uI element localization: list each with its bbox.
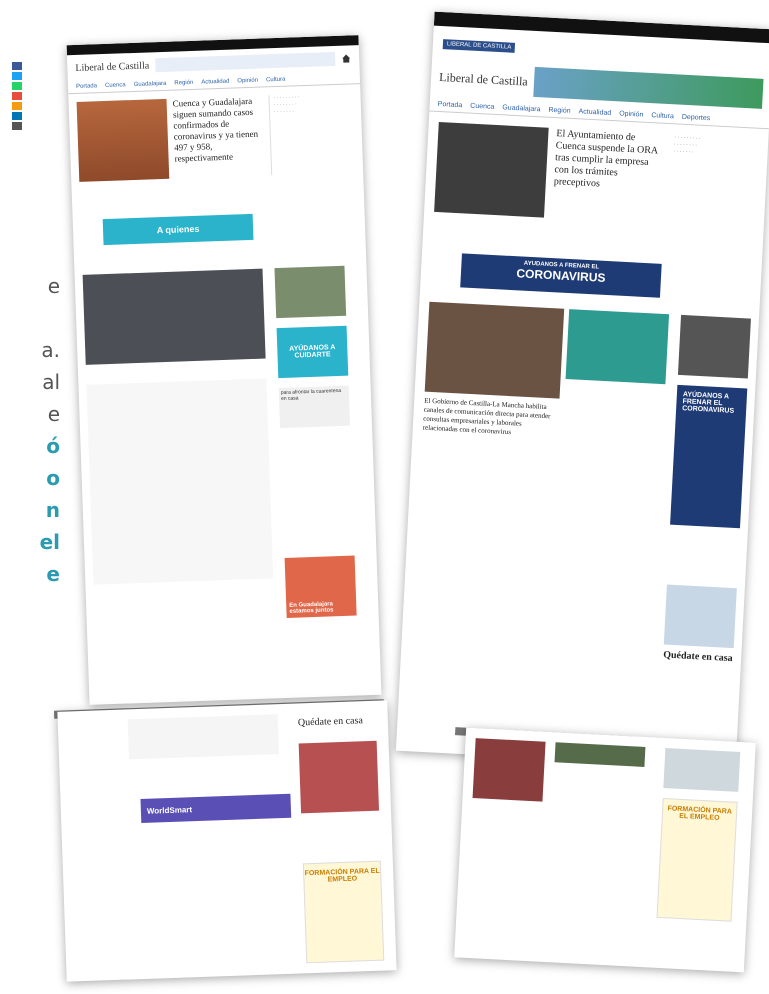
left-page-screenshot-bottom: Quédate en casa WorldSmart FORMACIÓN PAR… bbox=[57, 700, 397, 982]
nav-item[interactable]: Portada bbox=[76, 83, 97, 90]
speaker-photo[interactable] bbox=[472, 738, 546, 802]
nav-item[interactable]: Región bbox=[548, 107, 571, 115]
side-text-spacer bbox=[0, 302, 60, 334]
nav-item[interactable]: Portada bbox=[438, 101, 463, 109]
medical-photo[interactable] bbox=[565, 309, 670, 385]
formacion-ad[interactable]: FORMACIÓN PARA EL EMPLEO bbox=[656, 797, 738, 922]
header-ad[interactable] bbox=[154, 51, 336, 73]
nav-item[interactable]: Actualidad bbox=[201, 79, 229, 86]
news-list bbox=[127, 714, 280, 760]
site-logo[interactable]: Liberal de Castilla bbox=[75, 60, 149, 74]
nav-item[interactable]: Opinión bbox=[237, 78, 258, 85]
nav-item[interactable]: Opinión bbox=[619, 110, 643, 118]
formacion-ad-label: FORMACIÓN PARA EL EMPLEO bbox=[667, 805, 733, 822]
coronavirus-banner[interactable]: AYUDANOS A FRENAR EL CORONAVIRUS bbox=[460, 253, 662, 298]
lead-image[interactable] bbox=[76, 98, 170, 182]
nav-item[interactable]: Cultura bbox=[651, 112, 674, 120]
cuidarte-ad[interactable]: AYÚDANOS A CUIDARTE bbox=[276, 325, 349, 379]
news-grid bbox=[86, 378, 274, 585]
frenar-ad-label: AYÚDANOS A FRENAR EL CORONAVIRUS bbox=[681, 391, 735, 415]
share-icon[interactable] bbox=[12, 102, 22, 110]
nav-item[interactable]: Cuenca bbox=[105, 82, 126, 89]
header-button[interactable]: LIBERAL DE CASTILLA bbox=[442, 39, 516, 53]
side-text-line: e bbox=[47, 274, 60, 298]
cuidarte-ad-label: AYÚDANOS A CUIDARTE bbox=[289, 344, 336, 360]
lead-story[interactable]: Cuenca y Guadalajara siguen sumando caso… bbox=[68, 84, 363, 190]
right-page-screenshot: LIBERAL DE CASTILLA Liberal de Castilla … bbox=[395, 11, 769, 769]
sidebar-briefs: · · · · · · · · · · · · · · · · · · · · · … bbox=[268, 93, 337, 176]
linkedin-icon[interactable] bbox=[12, 112, 22, 120]
side-text-line: ó bbox=[46, 434, 60, 458]
lead-headline[interactable]: El Ayuntamiento de Cuenca suspende la OR… bbox=[552, 128, 667, 224]
nav-item[interactable]: Actualidad bbox=[578, 108, 611, 117]
whatsapp-icon[interactable] bbox=[12, 82, 22, 90]
twitter-icon[interactable] bbox=[12, 72, 22, 80]
side-text-line: e bbox=[47, 402, 60, 426]
facebook-icon[interactable] bbox=[12, 62, 22, 70]
formacion-ad-label: FORMACIÓN PARA EL EMPLEO bbox=[304, 867, 380, 884]
nav-item[interactable]: Cultura bbox=[266, 77, 286, 84]
side-text-column: e a. al e ó o n el e bbox=[0, 270, 60, 590]
lead-headline[interactable]: Cuenca y Guadalajara siguen sumando caso… bbox=[172, 95, 265, 178]
site-logo[interactable]: Liberal de Castilla bbox=[439, 69, 528, 89]
worldsmart-label: WorldSmart bbox=[146, 804, 193, 816]
social-icons bbox=[12, 62, 22, 132]
print-icon[interactable] bbox=[12, 122, 22, 130]
cuarentena-ad-label: para afrontar la cuarentena en casa bbox=[280, 387, 342, 403]
left-page-screenshot: Liberal de Castilla Portada Cuenca Guada… bbox=[66, 35, 382, 705]
side-text-line: o bbox=[46, 466, 60, 490]
promo-banner[interactable]: A quienes bbox=[102, 213, 254, 246]
photo-story-main[interactable] bbox=[82, 268, 266, 365]
right-page-screenshot-bottom: FORMACIÓN PARA EL EMPLEO bbox=[454, 727, 756, 973]
side-text-line: al bbox=[42, 370, 60, 394]
nav-item[interactable]: Cuenca bbox=[470, 103, 494, 111]
nav-item[interactable]: Guadalajara bbox=[134, 81, 167, 88]
quedate-title[interactable]: Quédate en casa bbox=[663, 649, 733, 664]
header-banner[interactable] bbox=[532, 66, 764, 109]
quedate-image[interactable] bbox=[663, 584, 737, 649]
video-thumbnail[interactable] bbox=[677, 314, 751, 379]
nav-item[interactable]: Guadalajara bbox=[502, 104, 540, 113]
home-icon[interactable] bbox=[341, 53, 351, 63]
formacion-ad[interactable]: FORMACIÓN PARA EL EMPLEO bbox=[302, 860, 385, 964]
mail-icon[interactable] bbox=[12, 92, 22, 100]
lead-image[interactable] bbox=[434, 121, 549, 218]
quedate-ad-image[interactable] bbox=[298, 740, 380, 814]
frenar-ad[interactable]: AYÚDANOS A FRENAR EL CORONAVIRUS bbox=[670, 384, 748, 529]
promo-banner-label: A quienes bbox=[156, 223, 200, 236]
sidebar-briefs: · · · · · · · · · · · · · · · · · · · · · … bbox=[673, 134, 701, 156]
side-text-line: a. bbox=[41, 338, 60, 362]
quedate-ad-title[interactable]: Quédate en casa bbox=[298, 715, 363, 728]
guadalajara-ad[interactable]: En Guadalajara estamos juntos bbox=[284, 555, 357, 618]
side-text-line: e bbox=[46, 562, 60, 586]
side-text-line: el bbox=[39, 530, 60, 554]
side-text-line: n bbox=[45, 498, 60, 522]
hands-photo[interactable] bbox=[663, 748, 741, 792]
cuarentena-ad[interactable]: para afrontar la cuarentena en casa bbox=[278, 385, 351, 429]
nav-item[interactable]: Región bbox=[174, 80, 193, 87]
guadalajara-ad-label: En Guadalajara estamos juntos bbox=[289, 601, 334, 615]
photo-story-side[interactable] bbox=[274, 265, 347, 319]
nav-item[interactable]: Deportes bbox=[682, 114, 711, 122]
lead-story[interactable]: El Ayuntamiento de Cuenca suspende la OR… bbox=[424, 111, 769, 239]
meeting-photo[interactable] bbox=[424, 301, 565, 399]
news-photo[interactable] bbox=[554, 742, 646, 767]
second-headline[interactable]: El Gobierno de Castilla-La Mancha habili… bbox=[423, 397, 560, 440]
worldsmart-ad[interactable]: WorldSmart bbox=[140, 793, 292, 823]
